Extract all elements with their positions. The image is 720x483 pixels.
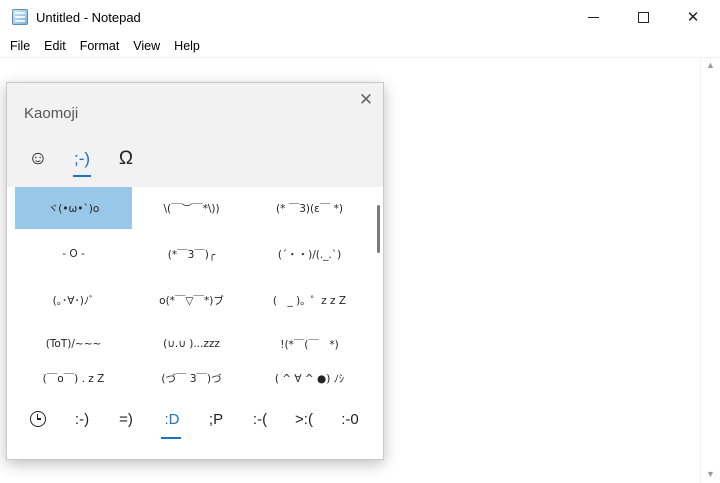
kaomoji-icon: ;-): [73, 149, 91, 168]
kaomoji-item[interactable]: (ToT)/~~~: [15, 323, 132, 365]
panel-title: Kaomoji: [24, 105, 79, 122]
window-title: Untitled - Notepad: [36, 10, 141, 25]
maximize-button[interactable]: [618, 0, 668, 34]
kaomoji-item[interactable]: ヾ(•ω•`)o: [15, 187, 132, 229]
menu-help[interactable]: Help: [174, 39, 200, 53]
panel-close-icon[interactable]: ✕: [355, 89, 377, 111]
menu-edit[interactable]: Edit: [44, 39, 66, 53]
close-icon: ✕: [686, 9, 700, 26]
smiley-icon: ☺: [28, 148, 48, 169]
grid-scrollbar-thumb[interactable]: [377, 205, 380, 253]
kaomoji-grid: ヾ(•ω•`)o \(￣︶￣*\)) (* ￣3)(ε￣ *) - O - (*…: [7, 187, 383, 389]
kaomoji-item[interactable]: (*￣3￣)╭: [133, 233, 250, 275]
title-bar[interactable]: Untitled - Notepad ✕: [0, 0, 720, 34]
kaomoji-item[interactable]: ( ^ ∀ ^ ●) ﾉｼ: [251, 367, 368, 389]
scroll-down-icon[interactable]: ▼: [706, 469, 715, 479]
kaomoji-item[interactable]: - O -: [15, 233, 132, 275]
menu-file[interactable]: File: [10, 39, 30, 53]
subtab-smile[interactable]: :-): [67, 407, 97, 431]
scroll-up-icon[interactable]: ▲: [706, 60, 715, 70]
kaomoji-item[interactable]: (｡･∀･)ﾉﾞ: [15, 279, 132, 321]
tab-symbols[interactable]: Ω: [111, 145, 141, 173]
kaomoji-item[interactable]: ( _ )。゜z z Z: [251, 279, 368, 321]
vertical-scrollbar[interactable]: ▲ ▼: [700, 58, 720, 483]
subtab-laugh[interactable]: :D: [157, 407, 187, 431]
menu-bar: File Edit Format View Help: [0, 34, 720, 58]
notepad-icon: [12, 9, 28, 25]
minimize-icon: [587, 16, 599, 18]
subtab-recent[interactable]: [27, 407, 49, 431]
active-tab-indicator: [73, 175, 91, 177]
subtab-angry[interactable]: >:(: [289, 407, 319, 431]
subtab-happy[interactable]: =): [111, 407, 141, 431]
omega-icon: Ω: [118, 148, 134, 169]
minimize-button[interactable]: [568, 0, 618, 34]
active-subtab-indicator: [161, 437, 181, 439]
kaomoji-item[interactable]: o(*￣▽￣*)ブ: [133, 279, 250, 321]
tab-emoji[interactable]: ☺: [23, 145, 53, 173]
kaomoji-item[interactable]: (∪.∪ )...zzz: [133, 323, 250, 365]
subtab-surprised[interactable]: :-0: [333, 407, 367, 431]
kaomoji-item[interactable]: (´・・)/(._.`): [251, 233, 368, 275]
maximize-icon: [637, 11, 649, 23]
close-button[interactable]: ✕: [668, 0, 718, 34]
kaomoji-item[interactable]: !(*￣(￣ *): [251, 323, 368, 365]
subtab-sad[interactable]: :-(: [245, 407, 275, 431]
menu-format[interactable]: Format: [80, 39, 120, 53]
kaomoji-item[interactable]: \(￣︶￣*\)): [133, 187, 250, 229]
menu-view[interactable]: View: [133, 39, 160, 53]
subcategory-bar: :-) =) :D ;P :-( >:( :-0: [7, 389, 383, 459]
recent-clock-icon: [30, 411, 46, 427]
kaomoji-item[interactable]: (づ￣ 3￣)づ: [133, 367, 250, 389]
kaomoji-item[interactable]: (* ￣3)(ε￣ *): [251, 187, 368, 229]
subtab-tongue[interactable]: ;P: [201, 407, 231, 431]
emoji-panel: Kaomoji ✕ ☺ ;-) Ω ヾ(•ω•`)o \(￣︶￣*\)) (* …: [6, 82, 384, 460]
tab-kaomoji[interactable]: ;-): [67, 145, 97, 173]
kaomoji-item[interactable]: (￣o￣) . z Z: [15, 367, 132, 389]
